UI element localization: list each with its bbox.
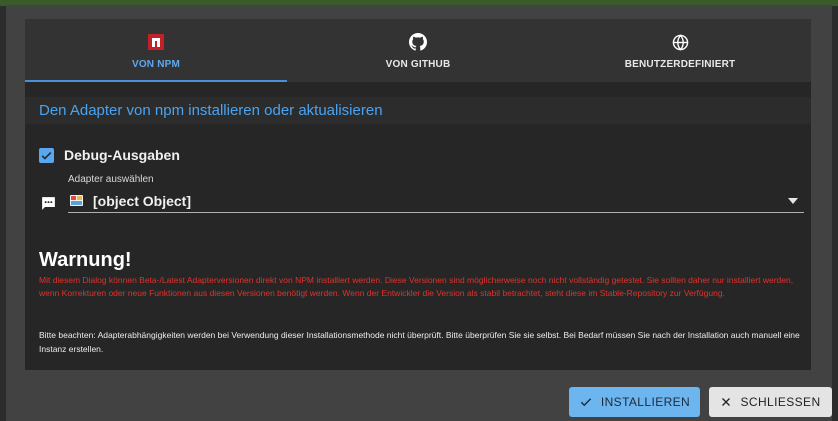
tab-bar: VON NPM VON GITHUB BENUTZERDEFINIERT <box>25 19 811 82</box>
check-icon <box>579 395 593 409</box>
npm-icon <box>148 31 164 53</box>
dialog-title: Den Adapter von npm installieren oder ak… <box>39 102 383 119</box>
debug-checkbox[interactable] <box>39 147 54 163</box>
adapter-select-value: [object Object] <box>93 192 192 209</box>
tab-benutzerdefiniert[interactable]: BENUTZERDEFINIERT <box>549 19 811 82</box>
message-icon <box>40 195 57 217</box>
adapter-select[interactable]: [object Object] <box>68 189 804 213</box>
debug-checkbox-row[interactable]: Debug-Ausgaben <box>39 147 180 163</box>
debug-label: Debug-Ausgaben <box>64 147 180 163</box>
dropdown-arrow-icon[interactable] <box>788 198 798 204</box>
install-button[interactable]: INSTALLIEREN <box>569 387 700 417</box>
tab-label: BENUTZERDEFINIERT <box>624 59 736 70</box>
tab-label: VON GITHUB <box>385 59 451 70</box>
warning-text: Mit diesem Dialog können Beta-/Latest Ad… <box>39 275 794 298</box>
adapter-icon <box>70 195 83 206</box>
install-button-label: INSTALLIEREN <box>600 395 691 409</box>
dialog-footer: INSTALLIEREN SCHLIESSEN <box>6 377 832 421</box>
dialog-content: VON NPM VON GITHUB BENUTZERDEFINIERT Den… <box>25 19 811 370</box>
globe-icon <box>672 31 689 53</box>
tab-von-github[interactable]: VON GITHUB <box>287 19 549 82</box>
tab-von-npm[interactable]: VON NPM <box>25 19 287 82</box>
backdrop-right <box>832 6 838 421</box>
close-button-label: SCHLIESSEN <box>740 395 821 409</box>
warning-heading: Warnung! <box>39 249 132 271</box>
tab-label: VON NPM <box>131 59 181 70</box>
install-dialog: VON NPM VON GITHUB BENUTZERDEFINIERT Den… <box>6 5 832 421</box>
close-button[interactable]: SCHLIESSEN <box>709 387 832 417</box>
github-icon <box>409 31 427 53</box>
close-icon <box>720 396 732 408</box>
note-text: Bitte beachten: Adapterabhängigkeiten we… <box>39 330 800 354</box>
adapter-select-label: Adapter auswählen <box>68 174 154 185</box>
dialog-title-bar: Den Adapter von npm installieren oder ak… <box>25 97 811 124</box>
